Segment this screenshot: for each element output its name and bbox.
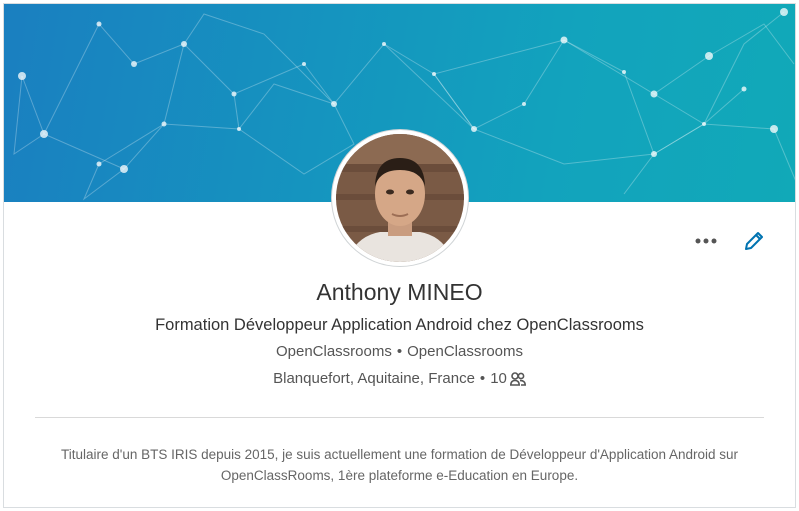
education-link[interactable]: OpenClassrooms [407,343,523,360]
separator: • [479,370,486,387]
pencil-icon [745,232,763,250]
profile-summary: Titulaire d'un BTS IRIS depuis 2015, je … [60,447,739,483]
location-row: Blanquefort, Aquitaine, France • 10 [4,370,795,387]
section-divider [35,417,764,418]
more-button[interactable] [693,228,719,254]
connections-count[interactable]: 10 [490,370,507,387]
people-icon [509,371,526,386]
profile-actions [693,228,767,254]
organizations-row: OpenClassrooms • OpenClassrooms [4,343,795,360]
separator: • [396,343,403,360]
profile-card: Anthony MINEO Formation Développeur Appl… [3,3,796,508]
current-company-link[interactable]: OpenClassrooms [276,343,392,360]
location-text: Blanquefort, Aquitaine, France [273,370,475,387]
edit-profile-button[interactable] [741,228,767,254]
profile-headline: Formation Développeur Application Androi… [155,316,644,334]
profile-photo[interactable] [332,130,468,266]
profile-name: Anthony MINEO [316,279,483,305]
more-horizontal-icon [695,238,717,244]
profile-photo-image [336,134,464,262]
